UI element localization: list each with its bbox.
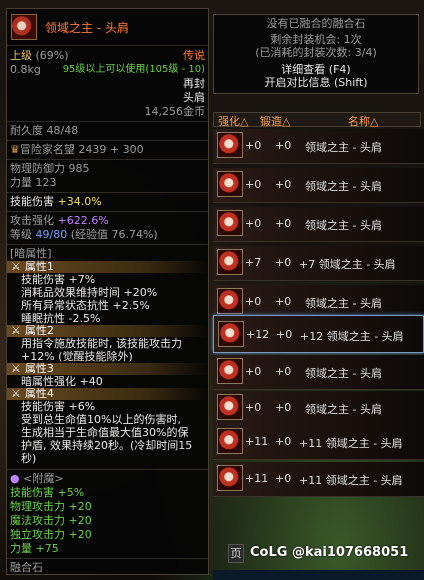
list-header: 强化△ 锻造△ 名称△ <box>213 112 421 128</box>
list-item[interactable]: +0 +0 领域之主 - 头肩 <box>213 168 424 203</box>
item-icon <box>217 465 243 491</box>
price: 14,256金币 <box>144 105 206 118</box>
attr-icon: ⚔ <box>11 260 21 273</box>
sort-enhance[interactable]: 强化△ <box>218 113 260 128</box>
rarity: 传说 <box>183 49 205 62</box>
list-item[interactable]: +0 +0 领域之主 - 头肩 <box>213 391 424 426</box>
page-button[interactable]: 页 <box>228 544 244 563</box>
item-icon <box>11 14 37 40</box>
attr-icon: ⚔ <box>11 324 21 337</box>
strength: 力量 123 <box>10 176 57 189</box>
list-item-selected[interactable]: +12 +0 +12 领域之主 - 头肩 <box>213 315 424 353</box>
attr4-line: 生成相当于生命值最大值30%的保 <box>21 426 189 439</box>
weight: 0.8kg <box>10 63 41 76</box>
attr3-bar: ⚔ 属性3 <box>7 363 208 375</box>
level-value: 49/80 <box>35 228 68 241</box>
attr4-line: 技能伤害 +6% <box>21 400 96 413</box>
enchant-header: <附魔> <box>23 472 64 485</box>
compare-toggle[interactable]: 开启对比信息 (Shift) <box>214 76 418 89</box>
item-tooltip: 领域之主 - 头肩 上级 (69%) 传说 0.8kg 95级以上可以使用(10… <box>6 8 209 575</box>
level-requirement: 95级以上可以使用(105级 - 10) <box>62 64 205 75</box>
grade-pct: (69%) <box>35 49 69 62</box>
attr-icon: ⚔ <box>11 387 21 400</box>
attr1-line: 消耗品效果维持时间 +20% <box>21 286 158 299</box>
slot: 头肩 <box>183 91 205 104</box>
attr4-line: 秒) <box>21 452 37 465</box>
seal-used: (已消耗的封装次数: 3/4) <box>255 46 377 59</box>
dark-attr-header: [暗属性] <box>10 247 52 260</box>
item-icon <box>218 321 244 347</box>
attr4-line: 护盾, 效果持续20秒。(冷却时间15 <box>21 439 193 452</box>
list-item[interactable]: +11 +0 +11 领域之主 - 头肩 <box>213 462 424 497</box>
enchant-line: 力量 +75 <box>10 542 59 555</box>
item-icon <box>217 428 243 454</box>
item-icon <box>217 394 243 420</box>
level-label: 等级 <box>10 228 32 241</box>
list-item[interactable]: +0 +0 领域之主 - 头肩 <box>213 355 424 390</box>
list-item[interactable]: +0 +0 领域之主 - 头肩 <box>213 129 424 164</box>
list-item[interactable]: +7 +0 +7 领域之主 - 头肩 <box>213 246 424 281</box>
seal-remaining: 剩余封装机会: 1次 <box>270 33 362 46</box>
skill-dmg-label: 技能伤害 <box>10 195 54 208</box>
attr2-line: 用指令施放技能时, 该技能攻击力 <box>21 337 182 350</box>
item-icon <box>217 210 243 236</box>
attr4-line: 受到总生命值10%以上的伤害时, <box>21 413 181 426</box>
attr1-bar: ⚔ 属性1 <box>7 261 208 273</box>
fusion-status: 没有已融合的融合石 <box>266 17 366 30</box>
item-icon <box>217 132 243 158</box>
exp: (经验值 76.74%) <box>70 228 158 241</box>
attr2-bar: ⚔ 属性2 <box>7 325 208 337</box>
durability: 耐久度 48/48 <box>10 124 79 137</box>
enchant-line: 技能伤害 +5% <box>10 486 85 499</box>
attr4-bar: ⚔ 属性4 <box>7 388 208 400</box>
item-icon <box>217 288 243 314</box>
fusion-info-panel: 没有已融合的融合石 剩余封装机会: 1次 (已消耗的封装次数: 3/4) 详细查… <box>213 14 419 94</box>
sort-name[interactable]: 名称△ <box>348 113 378 128</box>
fusion-stone-hint: 融合石 <box>10 561 43 574</box>
item-icon <box>217 358 243 384</box>
watermark: CoLG @kai107668051 <box>250 545 409 560</box>
item-name: 领域之主 - 头肩 <box>45 20 129 35</box>
skill-dmg-value: +34.0% <box>57 195 102 208</box>
attr1-line: 所有异常状态抗性 +2.5% <box>21 299 150 312</box>
sort-forge[interactable]: 锻造△ <box>260 113 348 128</box>
phys-def: 物理防御力 985 <box>10 162 90 175</box>
attack-boost-value: +622.6% <box>57 214 109 227</box>
detail-view-link[interactable]: 详细查看 (F4) <box>214 63 418 76</box>
tooltip-header: 领域之主 - 头肩 <box>7 9 208 46</box>
list-item[interactable]: +11 +0 +11 领域之主 - 头肩 <box>213 425 424 460</box>
enchant-icon: ● <box>10 472 20 485</box>
enchant-line: 物理攻击力 +20 <box>10 500 92 513</box>
fame-icon: ♛ <box>10 143 20 156</box>
item-icon <box>217 171 243 197</box>
fame: 冒险家名望 2439 + 300 <box>19 143 144 156</box>
attack-boost-label: 攻击强化 <box>10 214 54 227</box>
trade-status: 再封 <box>183 77 205 90</box>
attr1-line: 技能伤害 +7% <box>21 273 96 286</box>
attr-icon: ⚔ <box>11 362 21 375</box>
list-item[interactable]: +0 +0 领域之主 - 头肩 <box>213 207 424 242</box>
item-list: +0 +0 领域之主 - 头肩 +0 +0 领域之主 - 头肩 +0 +0 领域之主 - 头… <box>213 129 424 549</box>
taskbar <box>213 570 424 580</box>
grade: 上级 <box>10 49 32 62</box>
enchant-line: 独立攻击力 +20 <box>10 528 92 541</box>
enchant-line: 魔法攻击力 +20 <box>10 514 92 527</box>
item-icon <box>217 249 243 275</box>
